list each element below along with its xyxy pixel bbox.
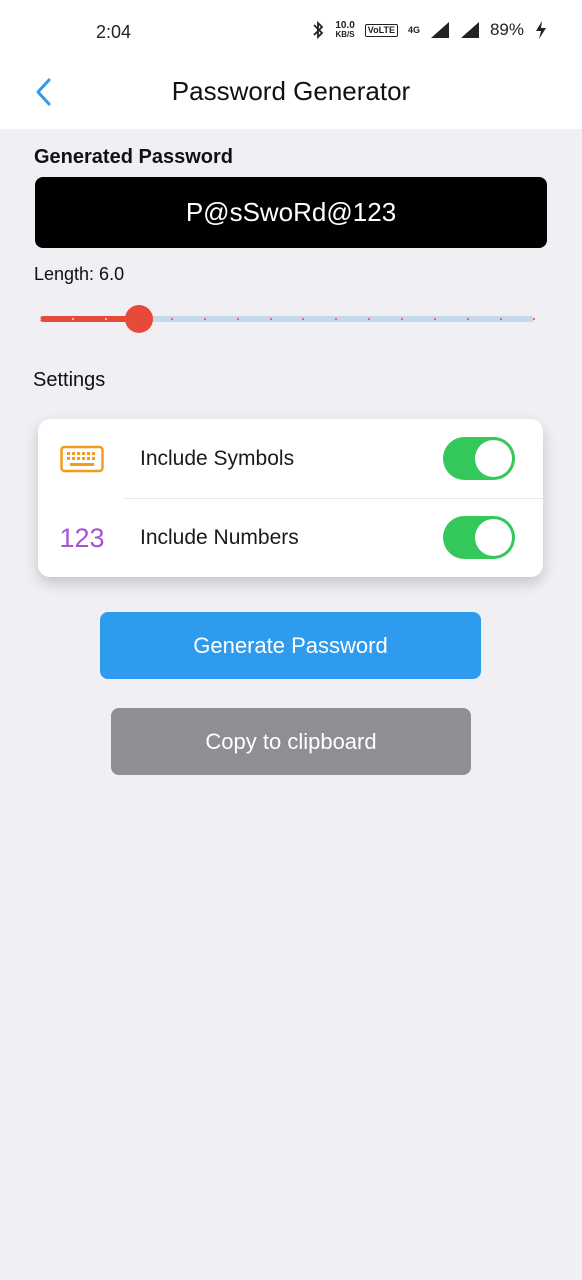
navigation-bar: Password Generator (0, 64, 582, 129)
length-slider[interactable] (39, 304, 535, 334)
network-speed: 10.0 KB/S (335, 20, 355, 40)
bluetooth-icon (313, 20, 324, 40)
slider-tick (71, 318, 74, 320)
setting-row-symbols: Include Symbols (38, 419, 543, 499)
length-label: Length: 6.0 (34, 264, 125, 284)
slider-fill (40, 316, 139, 322)
charging-icon (536, 21, 546, 39)
password-display: P@sSwoRd@123 (35, 177, 547, 248)
slider-tick (39, 318, 41, 320)
slider-tick (533, 318, 535, 320)
status-icons: 10.0 KB/S VoLTE 4G 89% (311, 20, 548, 40)
include-symbols-toggle[interactable] (443, 437, 515, 480)
page-title: Password Generator (171, 76, 411, 106)
status-time: 2:04 (96, 22, 132, 42)
setting-row-numbers: 123 Include Numbers (38, 498, 543, 577)
copy-to-clipboard-button[interactable]: Copy to clipboard (111, 708, 471, 775)
signal-icon (430, 22, 449, 38)
toggle-knob (475, 519, 512, 556)
keyboard-icon (60, 439, 104, 479)
numbers-icon: 123 (59, 522, 105, 553)
network-type: 4G (407, 25, 420, 35)
generate-password-button[interactable]: Generate Password (100, 612, 481, 679)
slider-tick (203, 318, 206, 320)
settings-card: Include Symbols 123 Include Numbers (38, 419, 543, 577)
password-label: Generated Password (34, 146, 233, 168)
settings-label: Settings (33, 369, 106, 391)
status-bar: 2:04 10.0 KB/S VoLTE 4G 89% (0, 0, 582, 64)
volte-icon: VoLTE (364, 23, 398, 37)
signal-icon-2 (460, 22, 479, 38)
include-symbols-label: Include Symbols (140, 447, 295, 470)
battery-percent: 89% (489, 20, 524, 39)
toggle-knob (475, 440, 512, 477)
include-numbers-label: Include Numbers (140, 526, 299, 549)
slider-tick (104, 318, 107, 320)
slider-tick (269, 318, 272, 320)
slider-tick (236, 318, 239, 320)
slider-tick (170, 318, 173, 320)
include-numbers-toggle[interactable] (443, 516, 515, 559)
slider-thumb[interactable] (124, 305, 153, 333)
